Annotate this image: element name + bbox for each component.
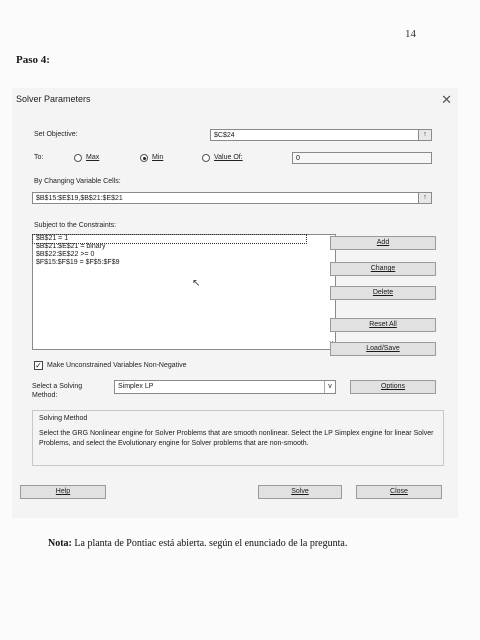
solving-method-label: Select a Solving Method: (32, 383, 83, 399)
nonneg-checkbox-label: Make Unconstrained Variables Non-Negativ… (47, 362, 187, 369)
page-number: 14 (405, 28, 416, 40)
note-text: La planta de Pontiac está abierta. según… (74, 538, 348, 549)
changing-cells-label: By Changing Variable Cells: (34, 178, 121, 185)
to-label: To: (34, 154, 44, 161)
constraints-list[interactable]: $B$21 = 1 $B$21:$E$21 = binary $B$22:$E$… (32, 234, 336, 350)
solving-method-description: Select the GRG Nonlinear engine for Solv… (39, 430, 434, 447)
solving-method-select[interactable]: Simplex LP v (114, 380, 336, 394)
solving-method-group-title: Solving Method (39, 415, 88, 422)
note-paragraph: Nota: La planta de Pontiac está abierta.… (48, 538, 347, 549)
solving-method-value: Simplex LP (118, 383, 154, 390)
objective-collapse-icon[interactable]: ↑ (418, 129, 432, 141)
solving-method-group: Solving Method Select the GRG Nonlinear … (32, 410, 444, 466)
radio-max[interactable] (74, 154, 82, 162)
change-button[interactable]: Change (330, 262, 436, 276)
chevron-down-icon: v (324, 381, 335, 393)
changing-cells-collapse-icon[interactable]: ↑ (418, 192, 432, 204)
radio-value-of-label: Value Of: (214, 154, 243, 161)
mouse-cursor-icon: ↖ (192, 278, 201, 289)
constraint-item[interactable]: $B$21:$E$21 = binary (33, 243, 335, 251)
delete-button[interactable]: Delete (330, 286, 436, 300)
note-prefix: Nota: (48, 538, 72, 549)
load-save-button[interactable]: Load/Save (330, 342, 436, 356)
changing-cells-input[interactable]: $B$15:$E$19,$B$21:$E$21 (32, 192, 432, 204)
reset-all-button[interactable]: Reset All (330, 318, 436, 332)
radio-max-label: Max (86, 154, 100, 161)
close-icon[interactable]: ✕ (441, 92, 452, 108)
radio-min-label: Min (152, 154, 164, 161)
constraint-item[interactable]: $B$21 = 1 (32, 234, 307, 244)
close-button[interactable]: Close (356, 485, 442, 499)
step-heading: Paso 4: (16, 54, 50, 66)
nonneg-checkbox[interactable]: ✓ (34, 361, 43, 370)
constraint-item[interactable]: $F$15:$F$19 = $F$5:$F$9 (33, 259, 335, 267)
constraints-label: Subject to the Constraints: (34, 222, 117, 229)
set-objective-label: Set Objective: (34, 131, 78, 138)
constraint-item[interactable]: $B$22:$E$22 >= 0 (33, 251, 335, 259)
radio-min[interactable] (140, 154, 148, 162)
radio-value-of[interactable] (202, 154, 210, 162)
document-page: 14 Paso 4: Solver Parameters ✕ Set Objec… (0, 0, 480, 640)
add-button[interactable]: Add (330, 236, 436, 250)
dialog-title: Solver Parameters (16, 94, 91, 104)
objective-input[interactable]: $C$24 (210, 129, 430, 141)
help-button[interactable]: Help (20, 485, 106, 499)
solve-button[interactable]: Solve (258, 485, 342, 499)
value-of-input[interactable]: 0 (292, 152, 432, 164)
solver-parameters-dialog: Solver Parameters ✕ Set Objective: $C$24… (12, 88, 458, 518)
options-button[interactable]: Options (350, 380, 436, 394)
